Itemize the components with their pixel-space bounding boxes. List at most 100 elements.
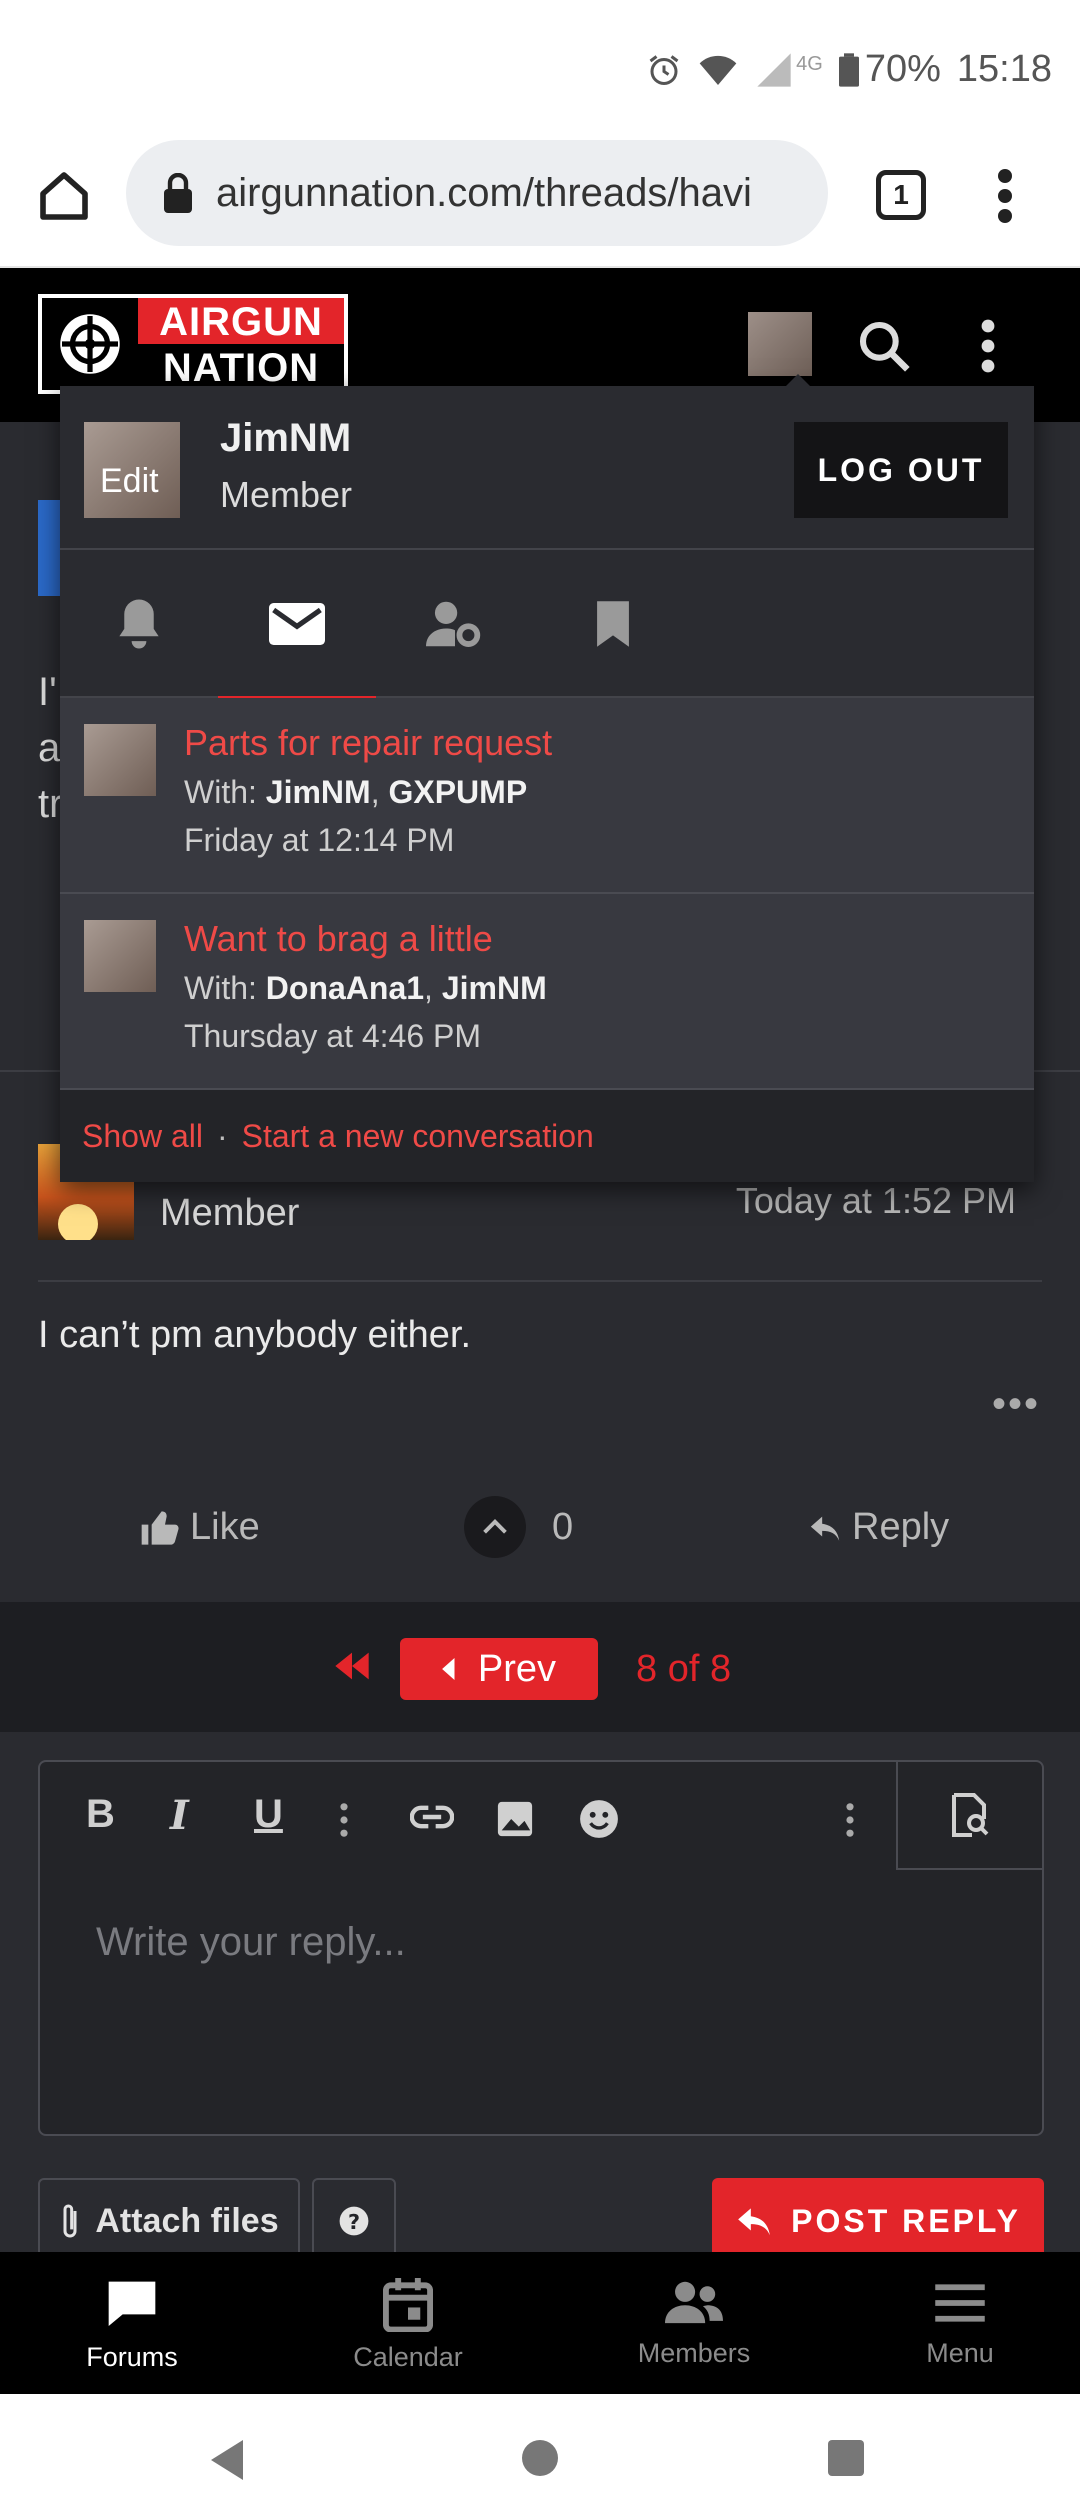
account-menu-tabs (60, 550, 1034, 700)
nav-calendar[interactable]: Calendar (298, 2252, 518, 2394)
attach-files-label: Attach files (95, 2201, 279, 2240)
account-menu-footer: Show all · Start a new conversation (60, 1090, 1034, 1182)
bell-icon (119, 599, 159, 649)
reply-icon (810, 1516, 840, 1541)
search-icon[interactable] (856, 318, 912, 374)
battery-level: 70% (864, 48, 941, 90)
reply-placeholder[interactable]: Write your reply... (96, 1920, 406, 1965)
italic-button[interactable]: I (170, 1792, 189, 1839)
conversation-item[interactable]: Parts for repair request With: JimNM, GX… (60, 698, 1034, 894)
participant-link[interactable]: DonaAna1 (266, 970, 424, 1006)
home-icon[interactable] (36, 168, 92, 224)
url-bar[interactable]: airgunnation.com/threads/havi (126, 140, 828, 246)
prev-page-button[interactable]: Prev (400, 1638, 598, 1700)
vote-count: 0 (552, 1506, 574, 1548)
site-logo[interactable]: AIRGUN NATION (38, 294, 348, 394)
more-options-icon[interactable] (338, 1802, 350, 1838)
more-icon[interactable] (976, 316, 1000, 376)
post-body: I can’t pm anybody either. (38, 1314, 472, 1356)
underline-button[interactable]: U (254, 1792, 283, 1837)
tab-bookmarks[interactable] (534, 550, 692, 698)
system-navigation (0, 2394, 1080, 2520)
nav-menu[interactable]: Menu (850, 2252, 1070, 2394)
thumbs-up-icon (141, 1510, 179, 1545)
account-name[interactable]: JimNM (220, 416, 351, 461)
account-menu: Edit JimNM Member LOG OUT Parts for repa… (60, 374, 1034, 1182)
emoji-icon[interactable] (578, 1798, 620, 1840)
reply-editor[interactable]: B I U Write your reply... (38, 1760, 1044, 2136)
tab-conversations[interactable] (218, 550, 376, 700)
user-avatar[interactable] (748, 312, 812, 376)
edit-avatar-label[interactable]: Edit (100, 462, 159, 501)
recents-icon[interactable] (826, 2438, 866, 2478)
link-icon[interactable] (410, 1802, 454, 1832)
question-icon: ? (339, 2206, 369, 2236)
text-fragment: tr (38, 782, 63, 826)
footer-separator: · (216, 1117, 228, 1154)
logo-text-airgun: AIRGUN (138, 298, 344, 344)
upvote-button[interactable] (464, 1496, 526, 1558)
first-page-icon[interactable] (332, 1648, 372, 1684)
members-icon (665, 2281, 723, 2324)
post-more-button[interactable]: ••• (992, 1382, 1040, 1427)
battery-indicator: 70% (838, 48, 941, 91)
tab-switcher-button[interactable]: 1 (876, 170, 926, 220)
logout-button[interactable]: LOG OUT (794, 422, 1008, 518)
conversation-avatar (84, 920, 156, 992)
conversation-title[interactable]: Parts for repair request (184, 722, 552, 764)
blue-tab-fragment (38, 500, 62, 596)
account-avatar[interactable]: Edit (84, 422, 180, 518)
image-icon[interactable] (496, 1800, 534, 1838)
bottom-navigation: Forums Calendar Members Menu (0, 2252, 1080, 2394)
lock-icon (164, 173, 192, 213)
participant-link[interactable]: JimNM (442, 970, 547, 1006)
text-fragment: I' (38, 670, 57, 714)
start-conversation-link[interactable]: Start a new conversation (242, 1118, 594, 1155)
signal-indicator: 4G (754, 53, 823, 87)
show-all-link[interactable]: Show all (82, 1118, 203, 1155)
preview-button[interactable] (896, 1762, 1042, 1870)
chevron-up-icon (483, 1519, 507, 1534)
browser-menu-icon[interactable] (990, 166, 1020, 226)
pagination: Prev 8 of 8 (0, 1602, 1080, 1732)
calendar-icon (383, 2278, 433, 2332)
back-icon[interactable] (206, 2438, 248, 2482)
conversation-time: Thursday at 4:46 PM (184, 1018, 482, 1054)
page-count[interactable]: 8 of 8 (636, 1648, 731, 1691)
prev-label: Prev (477, 1647, 557, 1690)
post-timestamp[interactable]: Today at 1:52 PM (736, 1180, 1016, 1222)
text-fragment: a (38, 726, 61, 770)
envelope-icon (269, 603, 325, 645)
nav-members[interactable]: Members (584, 2252, 804, 2394)
more-options-icon[interactable] (844, 1802, 856, 1838)
conversation-item[interactable]: Want to brag a little With: DonaAna1, Ji… (60, 894, 1034, 1090)
caret-left-icon (442, 1658, 455, 1680)
nav-label: Members (637, 2338, 751, 2368)
tab-account-settings[interactable] (376, 550, 534, 698)
participant-separator: , (424, 970, 442, 1006)
status-bar: 4G 70% 15:18 (0, 0, 1080, 140)
bold-button[interactable]: B (86, 1792, 115, 1837)
battery-icon (838, 52, 859, 87)
user-cog-icon (426, 601, 481, 647)
participant-link[interactable]: JimNM (266, 774, 371, 810)
home-circle-icon[interactable] (520, 2438, 560, 2478)
bookmark-icon (597, 601, 629, 647)
network-label: 4G (796, 52, 823, 75)
editor-toolbar: B I U (40, 1762, 1042, 1870)
divider (38, 1280, 1042, 1282)
browser-toolbar: airgunnation.com/threads/havi 1 (0, 140, 1080, 268)
nav-forums[interactable]: Forums (22, 2252, 242, 2394)
like-button[interactable]: Like (140, 1506, 260, 1549)
crosshair-icon (42, 298, 138, 390)
tab-alerts[interactable] (60, 550, 218, 698)
with-label: With: (184, 774, 266, 810)
forums-icon (108, 2281, 156, 2326)
account-menu-header: Edit JimNM Member LOG OUT (60, 386, 1034, 550)
reply-button[interactable]: Reply (808, 1506, 949, 1549)
participant-link[interactable]: GXPUMP (388, 774, 527, 810)
conversation-avatar (84, 724, 156, 796)
conversation-title[interactable]: Want to brag a little (184, 918, 493, 960)
nav-label: Menu (926, 2338, 994, 2368)
signal-icon (757, 52, 791, 87)
